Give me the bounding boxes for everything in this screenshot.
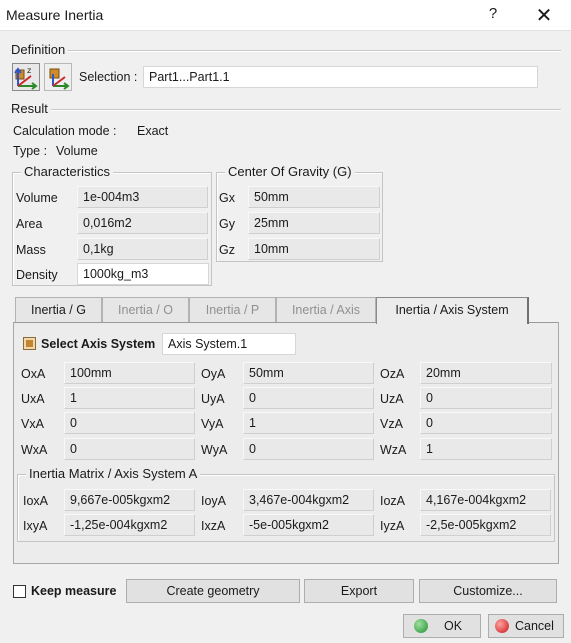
oxa-label: OxA — [21, 367, 46, 381]
gx-value: 50mm — [248, 186, 380, 208]
title-bar: Measure Inertia ? ✕ — [0, 0, 571, 31]
tab-inertia-axis-system[interactable]: Inertia / Axis System — [376, 297, 529, 324]
ioxa-value: 9,667e-005kgxm2 — [64, 489, 195, 511]
selection-label: Selection : — [79, 70, 138, 84]
inertia-volume-mode-button[interactable]: z — [12, 63, 40, 91]
area-value: 0,016m2 — [77, 212, 208, 234]
ioya-value: 3,467e-004kgxm2 — [243, 489, 374, 511]
ioxa-label: IoxA — [23, 494, 49, 508]
tab-inertia-p[interactable]: Inertia / P — [189, 297, 276, 323]
keep-measure-checkbox[interactable] — [13, 585, 26, 598]
volume-value: 1e-004m3 — [77, 186, 208, 208]
uza-value: 0 — [420, 387, 552, 409]
ioza-label: IozA — [380, 494, 406, 508]
uya-label: UyA — [201, 392, 225, 406]
ok-label: OK — [444, 619, 463, 633]
oxa-value: 100mm — [64, 362, 195, 384]
vxa-value: 0 — [64, 412, 195, 434]
svg-text:z: z — [27, 66, 31, 75]
cancel-icon — [495, 619, 509, 633]
vya-label: VyA — [201, 417, 224, 431]
gz-label: Gz — [219, 243, 235, 257]
center-of-gravity-label: Center Of Gravity (G) — [225, 164, 355, 179]
ok-button[interactable]: OK — [403, 614, 481, 638]
uxa-label: UxA — [21, 392, 45, 406]
vza-label: VzA — [380, 417, 403, 431]
volume-label: Volume — [16, 191, 58, 205]
inertia-matrix-label: Inertia Matrix / Axis System A — [26, 466, 201, 481]
density-label: Density — [16, 268, 58, 282]
wya-label: WyA — [201, 443, 228, 457]
axis-system-field[interactable]: Axis System.1 — [162, 333, 296, 355]
export-button[interactable]: Export — [304, 579, 414, 603]
calculation-mode-value: Exact — [137, 124, 169, 138]
uxa-value: 1 — [64, 387, 195, 409]
mass-value: 0,1kg — [77, 238, 208, 260]
ioza-value: 4,167e-004kgxm2 — [420, 489, 551, 511]
area-label: Area — [16, 217, 43, 231]
inertia-volume-icon: z — [14, 66, 38, 90]
definition-label: Definition — [11, 42, 69, 57]
help-button[interactable]: ? — [482, 5, 504, 27]
type-value: Volume — [56, 144, 98, 158]
keep-measure-label: Keep measure — [31, 584, 117, 598]
tab-inertia-g[interactable]: Inertia / G — [15, 297, 102, 323]
type-label: Type : — [13, 144, 48, 158]
select-axis-system-label: Select Axis System — [41, 337, 156, 351]
wya-value: 0 — [243, 438, 374, 460]
vza-value: 0 — [420, 412, 552, 434]
iyza-label: IyzA — [380, 519, 405, 533]
select-axis-system-checkbox[interactable] — [23, 337, 36, 350]
ixya-label: IxyA — [23, 519, 48, 533]
inertia-surface-icon — [49, 68, 70, 90]
definition-divider — [10, 50, 561, 52]
calculation-mode-label: Calculation mode : — [13, 124, 117, 138]
ioya-label: IoyA — [201, 494, 227, 508]
result-divider — [10, 109, 561, 111]
wxa-label: WxA — [21, 443, 48, 457]
wza-label: WzA — [380, 443, 407, 457]
tab-inertia-axis[interactable]: Inertia / Axis — [276, 297, 376, 323]
wza-value: 1 — [420, 438, 552, 460]
uya-value: 0 — [243, 387, 374, 409]
oya-label: OyA — [201, 367, 226, 381]
characteristics-label: Characteristics — [21, 164, 113, 179]
density-field[interactable]: 1000kg_m3 — [77, 263, 209, 285]
create-geometry-button[interactable]: Create geometry — [126, 579, 300, 603]
close-button[interactable]: ✕ — [532, 3, 556, 27]
oza-label: OzA — [380, 367, 405, 381]
inertia-surface-mode-button[interactable] — [44, 63, 72, 91]
result-label: Result — [11, 101, 51, 116]
ixya-value: -1,25e-004kgxm2 — [64, 514, 195, 536]
oza-value: 20mm — [420, 362, 552, 384]
vya-value: 1 — [243, 412, 374, 434]
wxa-value: 0 — [64, 438, 195, 460]
vxa-label: VxA — [21, 417, 44, 431]
ixza-label: IxzA — [201, 519, 226, 533]
gx-label: Gx — [219, 191, 235, 205]
window-title: Measure Inertia — [6, 7, 104, 23]
gy-value: 25mm — [248, 212, 380, 234]
tab-inertia-o[interactable]: Inertia / O — [102, 297, 189, 323]
mass-label: Mass — [16, 243, 46, 257]
cancel-button[interactable]: Cancel — [488, 614, 564, 638]
customize-button[interactable]: Customize... — [419, 579, 557, 603]
gz-value: 10mm — [248, 238, 380, 260]
cancel-label: Cancel — [515, 619, 554, 633]
ok-icon — [414, 619, 428, 633]
selection-field[interactable]: Part1...Part1.1 — [143, 66, 538, 88]
gy-label: Gy — [219, 217, 235, 231]
ixza-value: -5e-005kgxm2 — [243, 514, 374, 536]
iyza-value: -2,5e-005kgxm2 — [420, 514, 551, 536]
uza-label: UzA — [380, 392, 404, 406]
oya-value: 50mm — [243, 362, 374, 384]
